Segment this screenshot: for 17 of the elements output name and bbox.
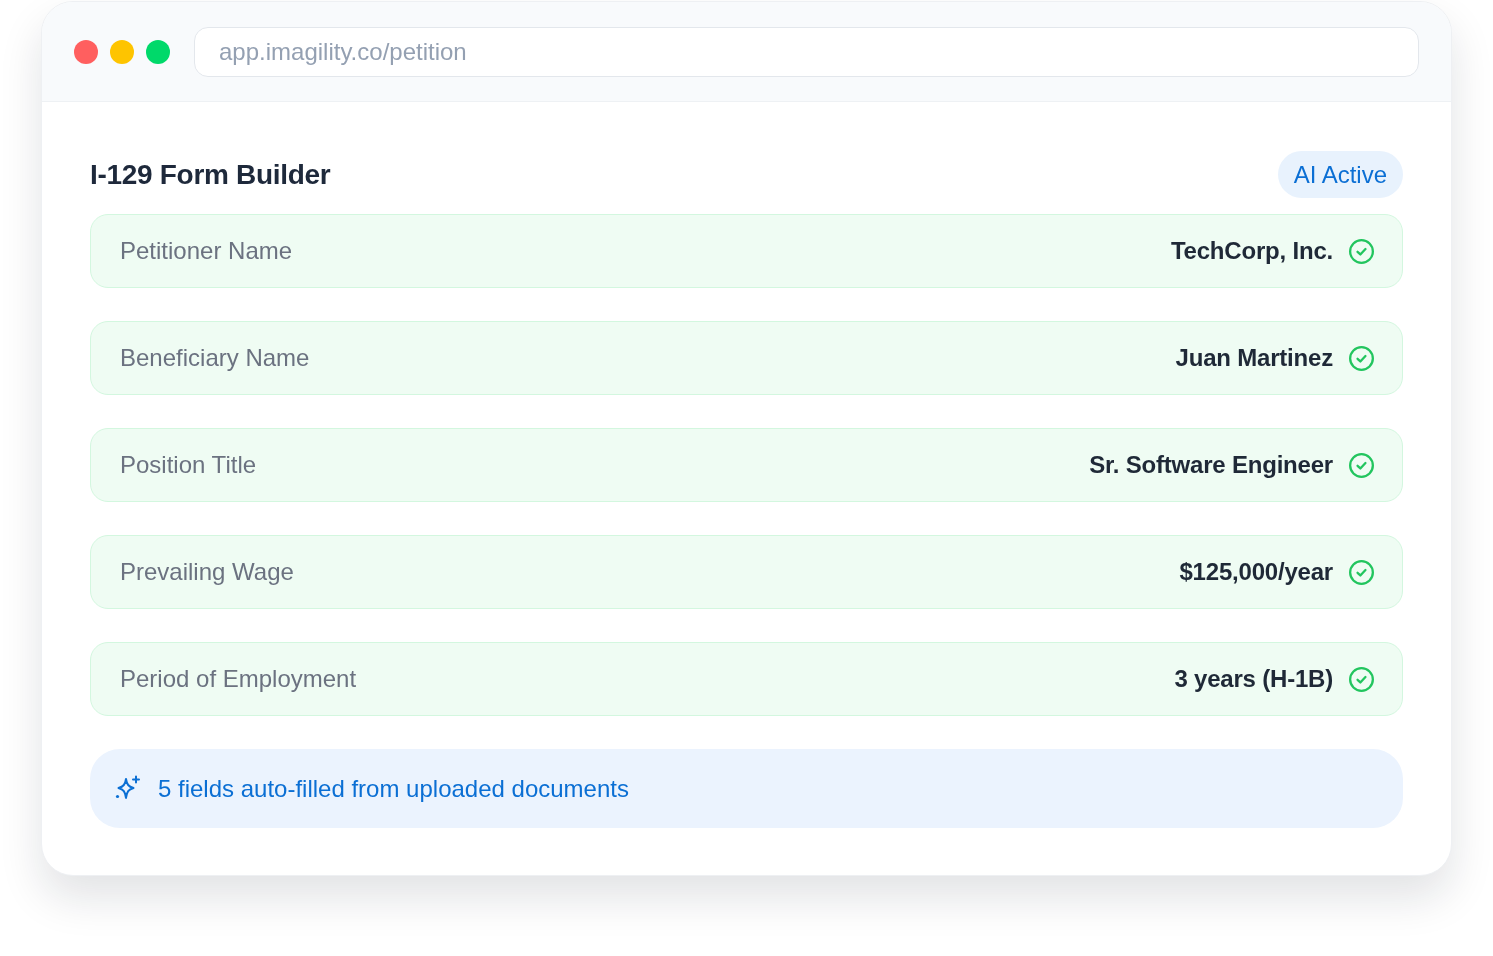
form-title: I-129 Form Builder [90,157,331,192]
window-control-dot-icon[interactable] [110,39,134,64]
window-control-dot-icon[interactable] [74,39,98,64]
field-value: Sr. Software Engineer [1089,450,1333,480]
info-text: 5 fields auto-filled from uploaded documents [158,773,629,804]
address-bar[interactable]: app.imagility.co/petition [194,26,1419,77]
status-badge: AI Active [1277,151,1403,198]
field-value: $125,000/year [1179,557,1333,587]
field-label: Position Title [120,450,257,480]
field-value: 3 years (H-1B) [1174,664,1333,694]
field-label: Period of Employment [120,664,357,694]
window-control-dot-icon[interactable] [146,39,170,64]
field-label: Prevailing Wage [120,557,294,587]
field-label: Beneficiary Name [120,343,310,373]
field-value: Juan Martinez [1175,343,1333,373]
field-value: TechCorp, Inc. [1170,236,1333,266]
field-label: Petitioner Name [120,236,293,266]
